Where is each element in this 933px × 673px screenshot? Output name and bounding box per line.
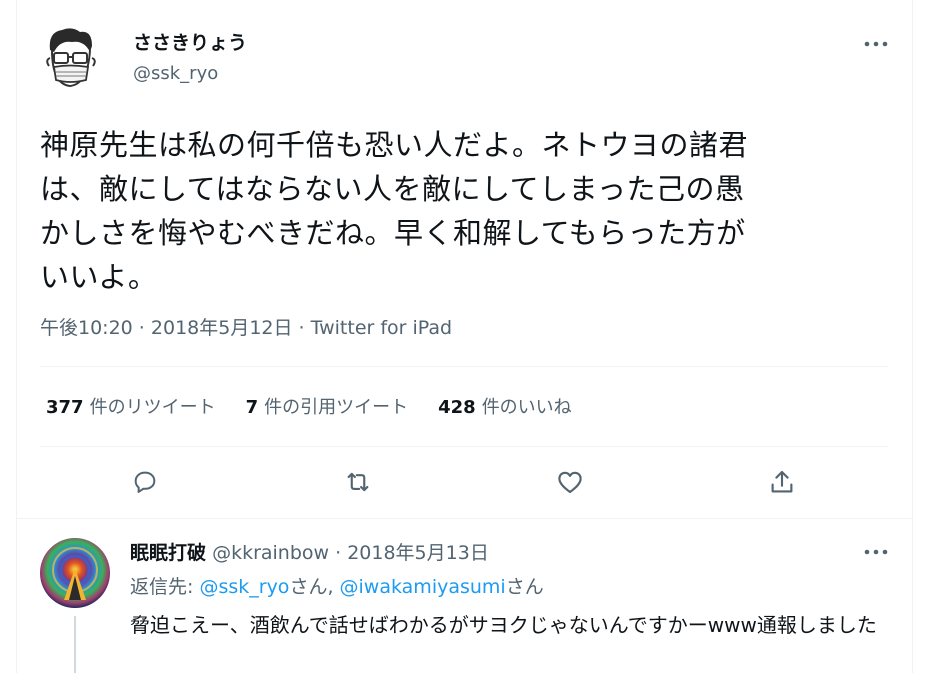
mention-suffix: さん xyxy=(505,576,544,598)
more-horizontal-icon xyxy=(864,41,888,47)
replying-to: 返信先: @ssk_ryoさん, @iwakamiyasumiさん xyxy=(130,574,544,600)
reply-author-name[interactable]: 眠眠打破 xyxy=(130,542,206,564)
share-button[interactable] xyxy=(765,465,799,499)
retweet-icon xyxy=(347,472,369,492)
author-avatar[interactable] xyxy=(32,20,108,96)
likes-label: 件のいいね xyxy=(481,397,572,418)
thread-line xyxy=(74,616,76,673)
reply-button[interactable] xyxy=(128,465,162,499)
quotes-stat[interactable]: 7 件の引用ツイート xyxy=(246,396,409,420)
reply-more-button[interactable] xyxy=(862,542,890,562)
mention-suffix: さん, xyxy=(289,576,340,598)
divider xyxy=(16,518,913,519)
likes-count: 428 xyxy=(438,397,476,418)
reply-bubble-icon xyxy=(134,471,156,493)
psychedelic-avatar-image xyxy=(40,538,110,608)
cartoon-face-avatar-image xyxy=(32,20,108,96)
replying-prefix: 返信先: xyxy=(130,576,200,598)
author-display-name[interactable]: ささきりょう xyxy=(133,31,247,55)
meta-separator: · xyxy=(292,317,311,339)
tweet-client[interactable]: Twitter for iPad xyxy=(311,317,452,339)
tweet-stats: 377 件のリツイート 7 件の引用ツイート 428 件のいいね xyxy=(46,396,602,420)
tweet-time[interactable]: 午後10:20 xyxy=(40,317,133,339)
author-handle[interactable]: @ssk_ryo xyxy=(133,62,218,86)
divider xyxy=(40,446,888,447)
retweets-stat[interactable]: 377 件のリツイート xyxy=(46,396,216,420)
mention-link[interactable]: @ssk_ryo xyxy=(199,576,289,598)
mention-link[interactable]: @iwakamiyasumi xyxy=(340,576,506,598)
like-button[interactable] xyxy=(553,465,587,499)
retweet-button[interactable] xyxy=(341,465,375,499)
reply-date[interactable]: 2018年5月13日 xyxy=(347,542,489,564)
reply-text: 脅迫こえー、酒飲んで話せばわかるがサヨクじゃないんですかーwww通報しました xyxy=(130,613,877,637)
more-horizontal-icon xyxy=(864,549,888,555)
reply-author-avatar[interactable] xyxy=(40,538,110,608)
tweet-more-button[interactable] xyxy=(862,34,890,54)
likes-stat[interactable]: 428 件のいいね xyxy=(438,396,572,420)
heart-icon xyxy=(558,471,582,494)
retweets-label: 件のリツイート xyxy=(89,397,216,418)
tweet-date[interactable]: 2018年5月12日 xyxy=(151,317,293,339)
reply-author-handle[interactable]: @kkrainbow xyxy=(212,542,329,564)
tweet-text: 神原先生は私の何千倍も恐い人だよ。ネトウヨの諸君 は、敵にしてはならない人を敵に… xyxy=(40,128,749,294)
meta-separator: · xyxy=(132,317,151,339)
quotes-count: 7 xyxy=(245,397,259,418)
reply-header: 眠眠打破 @kkrainbow · 2018年5月13日 xyxy=(130,541,489,565)
tweet-metadata: 午後10:20 · 2018年5月12日 · Twitter for iPad xyxy=(40,315,452,341)
divider xyxy=(40,366,888,367)
retweets-count: 377 xyxy=(46,397,84,418)
share-icon xyxy=(771,470,793,493)
reply-separator: · xyxy=(329,542,348,564)
quotes-label: 件の引用ツイート xyxy=(264,397,409,418)
